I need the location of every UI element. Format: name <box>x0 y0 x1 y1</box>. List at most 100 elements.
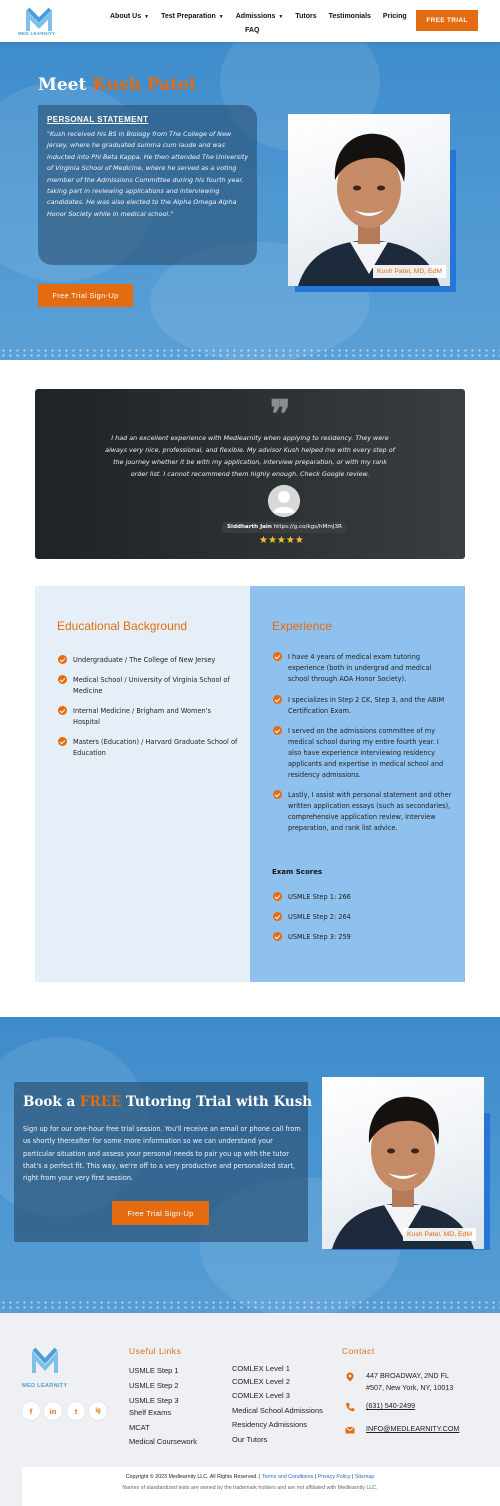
decorative-dots <box>0 1300 500 1310</box>
experience-item: I specializes in Step 2 CK, Step 3, and … <box>288 696 445 715</box>
chevron-down-icon: ▼ <box>278 14 284 20</box>
page: MED LEARNITY About Us ▼ Test Preparation ▼… <box>0 0 500 1506</box>
tutor-portrait: Kush Patel, MD, EdM <box>288 114 450 286</box>
privacy-link[interactable]: Privacy Policy <box>318 1474 351 1480</box>
twitter-icon[interactable]: t <box>67 1402 85 1420</box>
tutor-name-tag: Kush Patel, MD, EdM <box>403 1228 476 1241</box>
experience-item: Lastly, I assist with personal statement… <box>288 791 452 832</box>
footer-link-mcat[interactable]: MCAT <box>129 1423 150 1432</box>
testimonial-card: ❞ I had an excellent experience with Med… <box>35 389 465 559</box>
exam-score: USMLE Step 1: 266 <box>288 893 351 901</box>
nav-item-admissions[interactable]: Admissions ▼ <box>236 13 284 20</box>
user-icon <box>268 485 300 517</box>
check-icon <box>273 652 282 661</box>
facebook-icon[interactable]: f <box>22 1402 40 1420</box>
reviewer-label: Siddharth Jain https://g.co/kgs/hMmJ3R <box>222 522 347 533</box>
nav-item-about-us[interactable]: About Us ▼ <box>110 13 149 20</box>
reviewer-avatar <box>268 485 300 517</box>
nav-item-faq[interactable]: FAQ <box>245 27 259 34</box>
tutor-photo <box>332 1096 474 1249</box>
nav-item-pricing[interactable]: Pricing <box>383 13 407 20</box>
check-icon <box>273 932 282 941</box>
chevron-down-icon: ▼ <box>144 14 150 20</box>
address-line-1: 447 BROADWAY, 2ND FL <box>366 1371 449 1380</box>
exam-score: USMLE Step 3: 259 <box>288 933 351 941</box>
footer-link-our-tutors[interactable]: Our Tutors <box>232 1435 267 1444</box>
footer-link-usmle-step-2[interactable]: USMLE Step 2 <box>129 1381 179 1390</box>
education-item: Medical School / University of Virginia … <box>73 676 230 695</box>
check-icon <box>58 675 67 684</box>
tutor-photo <box>298 133 440 286</box>
education-panel <box>35 586 250 982</box>
check-icon <box>273 892 282 901</box>
email-link[interactable]: INFO@MEDLEARNITY.COM <box>366 1423 459 1435</box>
testimonial-text: I had an excellent experience with Medle… <box>105 434 395 478</box>
free-trial-button[interactable]: FREE TRIAL <box>416 10 478 31</box>
footer-link-comlex-level-3[interactable]: COMLEX Level 3 <box>232 1391 290 1400</box>
experience-item: I served on the admissions committee of … <box>288 727 444 779</box>
hero-title: Meet Kush Patel <box>38 75 196 95</box>
footer-link-usmle-step-3[interactable]: USMLE Step 3 <box>129 1396 179 1405</box>
check-icon <box>58 737 67 746</box>
location-pin-icon <box>346 1372 354 1382</box>
tutor-portrait: Kush Patel, MD, EdM <box>322 1077 484 1249</box>
footer-link-residency-admissions[interactable]: Residency Admissions <box>232 1420 307 1429</box>
check-icon <box>273 695 282 704</box>
hero-signup-button[interactable]: Free Trial Sign-Up <box>38 284 133 307</box>
footer-logo[interactable] <box>27 1345 63 1379</box>
check-icon <box>58 655 67 664</box>
education-item: Internal Medicine / Brigham and Women's … <box>73 707 211 726</box>
email-icon <box>345 1426 355 1434</box>
education-title: Educational Background <box>57 619 188 633</box>
footer-link-medical-coursework[interactable]: Medical Coursework <box>129 1437 197 1446</box>
footer-link-shelf-exams[interactable]: Shelf Exams <box>129 1408 171 1417</box>
personal-statement-text: "Kush received his BS in Biology from Th… <box>47 130 249 218</box>
check-icon <box>58 706 67 715</box>
book-signup-button[interactable]: Free Trial Sign-Up <box>112 1201 209 1225</box>
main-nav: About Us ▼ Test Preparation ▼ Admissions ▼ … <box>110 13 407 20</box>
exam-scores-heading: Exam Scores <box>272 868 323 876</box>
book-trial-text: Sign up for our one-hour free trial sess… <box>23 1125 301 1183</box>
personal-statement-heading: PERSONAL STATEMENT <box>47 115 149 124</box>
contact-heading: Contact <box>342 1346 375 1356</box>
copyright-line: Copyright © 2023 Medlearnity LLC. All Ri… <box>125 1474 375 1480</box>
hero-section: Meet Kush Patel PERSONAL STATEMENT "Kush… <box>0 42 500 360</box>
star-rating: ★★★★★ <box>259 535 304 546</box>
address-line-2: #507, New York, NY, 10013 <box>366 1383 454 1392</box>
trademark-disclaimer: Names of standardized tests are owned by… <box>122 1485 378 1491</box>
linkedin-icon[interactable]: in <box>44 1402 62 1420</box>
footer-logo-text: MED LEARNITY <box>22 1383 68 1389</box>
phone-link[interactable]: (631) 540-2499 <box>366 1400 415 1412</box>
nav-item-testimonials[interactable]: Testimonials <box>329 13 371 20</box>
copyright-text: Copyright © 2023 Medlearnity LLC. All Ri… <box>125 1474 261 1480</box>
education-item: Masters (Education) / Harvard Graduate S… <box>73 738 238 757</box>
chevron-down-icon: ▼ <box>218 14 224 20</box>
useful-links-heading: Useful Links <box>129 1346 182 1356</box>
education-item: Undergraduate / The College of New Jerse… <box>73 656 216 664</box>
footer-link-comlex-level-1[interactable]: COMLEX Level 1 <box>232 1364 290 1373</box>
book-trial-section: Book a FREE Tutoring Trial with Kush Sig… <box>0 1017 500 1313</box>
check-icon <box>273 912 282 921</box>
experience-item: I have 4 years of medical exam tutoring … <box>288 653 432 683</box>
site-header: MED LEARNITY About Us ▼ Test Preparation ▼… <box>0 0 500 42</box>
instagram-icon[interactable]: ig <box>89 1402 107 1420</box>
personal-statement-box: PERSONAL STATEMENT "Kush received his BS… <box>38 105 257 265</box>
phone-icon <box>346 1403 355 1412</box>
logo-text: MED LEARNITY <box>18 31 56 36</box>
exam-score: USMLE Step 2: 264 <box>288 913 351 921</box>
nav-item-test-preparation[interactable]: Test Preparation ▼ <box>161 13 224 20</box>
experience-title: Experience <box>272 619 333 633</box>
review-link[interactable]: https://g.co/kgs/hMmJ3R <box>274 524 342 530</box>
footer-link-usmle-step-1[interactable]: USMLE Step 1 <box>129 1366 179 1375</box>
reviewer-name: Siddharth Jain <box>227 524 272 530</box>
sitemap-link[interactable]: Sitemap <box>355 1474 374 1480</box>
check-icon <box>273 790 282 799</box>
terms-link[interactable]: Terms and Conditions <box>262 1474 313 1480</box>
book-trial-title: Book a FREE Tutoring Trial with Kush <box>23 1094 313 1110</box>
decorative-dots <box>0 348 500 358</box>
tutor-name-tag: Kush Patel, MD, EdM <box>373 265 446 278</box>
footer-link-comlex-level-2[interactable]: COMLEX Level 2 <box>232 1377 290 1386</box>
nav-item-tutors[interactable]: Tutors <box>295 13 316 20</box>
quote-icon: ❞ <box>270 391 291 436</box>
footer-link-medical-school-admissions[interactable]: Medical School Admissions <box>232 1406 323 1415</box>
